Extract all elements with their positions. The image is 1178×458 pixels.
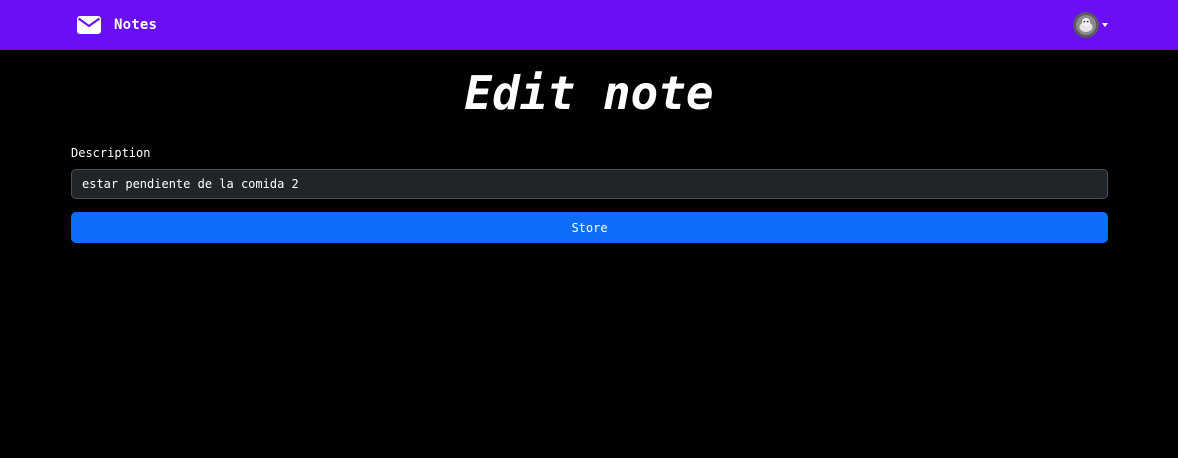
store-button[interactable]: Store — [71, 212, 1108, 243]
user-avatar-icon — [1073, 12, 1099, 38]
description-label: Description — [71, 146, 151, 160]
top-navbar: Notes — [0, 0, 1178, 50]
brand-link[interactable]: Notes — [77, 0, 157, 50]
user-menu-toggle[interactable] — [1073, 12, 1108, 38]
chevron-down-icon — [1102, 23, 1108, 27]
page-title: Edit note — [464, 66, 714, 120]
description-input[interactable] — [71, 169, 1108, 199]
envelope-icon — [77, 16, 101, 34]
brand-label: Notes — [114, 17, 158, 33]
